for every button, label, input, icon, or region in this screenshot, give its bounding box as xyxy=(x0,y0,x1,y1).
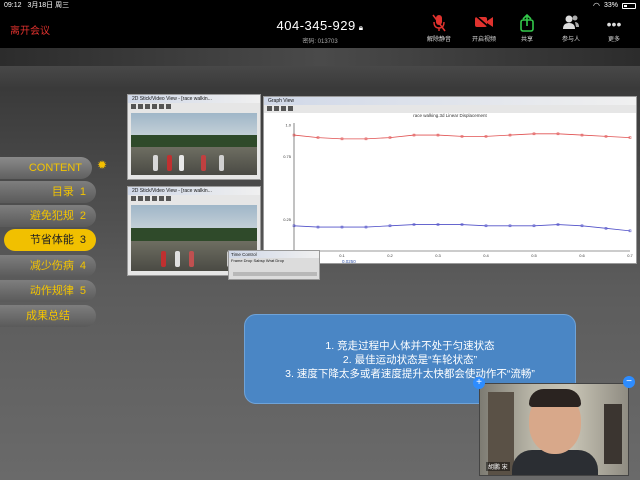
video-toolbar xyxy=(128,103,260,111)
share-button[interactable]: 共享 xyxy=(509,13,545,43)
video-off-icon xyxy=(466,14,502,34)
race-walk-video xyxy=(131,113,257,175)
nav-item-label: 减少伤病 xyxy=(29,260,74,272)
nav-item-label: 目录 xyxy=(51,186,74,198)
microphone-muted-icon xyxy=(421,14,457,34)
meeting-id-text: 404-345-929 xyxy=(276,18,356,33)
x-tick-label: 0.7 xyxy=(627,253,633,258)
more-label: 更多 xyxy=(607,37,620,43)
participant-name: 胡鹏 宋 xyxy=(486,462,510,471)
y-tick-label: 1.0 xyxy=(285,123,291,128)
time-control-slider[interactable] xyxy=(233,272,317,276)
displacement-chart: race walking.3d Linear Displacement 0.1 0… xyxy=(283,113,633,263)
expand-video-button[interactable]: + xyxy=(473,377,485,389)
status-left: 09:12 3月18日 周三 xyxy=(4,0,73,12)
status-bar: 09:12 3月18日 周三 ◠ 33% xyxy=(0,0,640,12)
unmute-button[interactable]: 解除静音 xyxy=(421,14,457,43)
participants-button[interactable]: 参与人 xyxy=(553,14,589,43)
graph-toolbar xyxy=(264,105,636,113)
graph-view-window: Graph View race walking.3d Linear Displa… xyxy=(263,96,637,264)
nav-item-number: 2 xyxy=(79,210,86,222)
battery-icon xyxy=(622,3,636,9)
x-tick-label: 0.6 xyxy=(579,253,585,258)
participants-icon xyxy=(553,14,589,34)
nav-item-number: 4 xyxy=(79,260,86,272)
callout-line: 3. 速度下降太多或者速度提升太快都会使动作不“流畅” xyxy=(285,368,535,380)
y-tick-label: 0.25 xyxy=(283,217,292,222)
minimize-video-button[interactable]: − xyxy=(623,376,635,388)
time-control-window: Time Control Frame Drop Sabsp Wrat Drop xyxy=(228,250,320,280)
x-tick-label: 0.1 xyxy=(339,253,345,258)
nav-item-summary[interactable]: 成果总结 xyxy=(0,305,96,327)
nav-item-contents[interactable]: 目录 1 xyxy=(0,181,96,203)
date: 3月18日 周三 xyxy=(27,2,70,9)
lock-icon: 🔒︎ xyxy=(358,23,364,32)
video-window-title: 2D Stick/Video View - [race walkin... xyxy=(128,95,260,103)
nav-item-motion-patterns[interactable]: 动作规律 5 xyxy=(0,280,96,302)
callout-line: 1. 竞走过程中人体并不处于匀速状态 xyxy=(325,340,495,352)
x-tick-label: 0.3 xyxy=(435,253,441,258)
nav-item-save-energy[interactable]: 节省体能 3 xyxy=(4,229,96,251)
video-window-1: 2D Stick/Video View - [race walkin... xyxy=(127,94,261,180)
unmute-label: 解除静音 xyxy=(426,37,451,43)
share-icon xyxy=(509,13,545,34)
plus-icon: + xyxy=(476,377,482,388)
x-tick-label: 0.5 xyxy=(531,253,537,258)
nav-item-number: 3 xyxy=(79,234,86,246)
time-control-title: Time Control xyxy=(229,251,319,258)
participants-label: 参与人 xyxy=(561,37,580,43)
nav-item-number: 1 xyxy=(79,186,86,198)
nav-item-label: 成果总结 xyxy=(26,310,70,322)
more-button[interactable]: ••• 更多 xyxy=(596,14,632,43)
video-toolbar xyxy=(128,195,260,203)
graph-window-title: Graph View xyxy=(264,97,636,105)
start-video-button[interactable]: 开启视频 xyxy=(466,14,502,43)
graph-readout: 0.0250 xyxy=(342,259,356,263)
nav-item-label: 避免犯规 xyxy=(29,210,74,222)
nav-item-number: 5 xyxy=(79,285,86,297)
x-tick-label: 0.4 xyxy=(483,253,489,258)
chart-title: race walking.3d Linear Displacement xyxy=(413,113,487,118)
nav-item-label: 节省体能 xyxy=(29,234,74,246)
nav-item-reduce-injury[interactable]: 减少伤病 4 xyxy=(0,255,96,277)
callout-line: 2. 最佳运动状态是“车轮状态” xyxy=(342,354,478,366)
nav-header: CONTENT xyxy=(0,157,92,179)
y-tick-label: 0.75 xyxy=(283,154,292,159)
nav-item-label: 动作规律 xyxy=(29,285,74,297)
more-dots-icon: ••• xyxy=(606,16,622,32)
series-line-1 xyxy=(293,133,631,140)
battery-percent: 33% xyxy=(603,2,618,9)
x-tick-label: 0.2 xyxy=(387,253,393,258)
video-window-title: 2D Stick/Video View - [race walkin... xyxy=(128,187,260,195)
nav-item-avoid-fouls[interactable]: 避免犯规 2 xyxy=(0,205,96,227)
sun-icon: ✹ xyxy=(97,158,108,172)
clock: 09:12 xyxy=(4,2,22,9)
start-video-label: 开启视频 xyxy=(471,37,496,43)
status-right: ◠ 33% xyxy=(593,0,636,12)
nav-header-label: CONTENT xyxy=(28,162,82,174)
time-control-headers: Frame Drop Sabsp Wrat Drop xyxy=(231,258,285,263)
wifi-icon: ◠ xyxy=(593,1,600,10)
minus-icon: − xyxy=(626,376,632,387)
share-label: 共享 xyxy=(520,37,533,43)
self-video[interactable]: 胡鹏 宋 xyxy=(479,383,629,476)
meeting-toolbar: 离开会议 404-345-929 🔒︎ 密码: 013703 解除静音 开启视频 … xyxy=(0,12,640,48)
